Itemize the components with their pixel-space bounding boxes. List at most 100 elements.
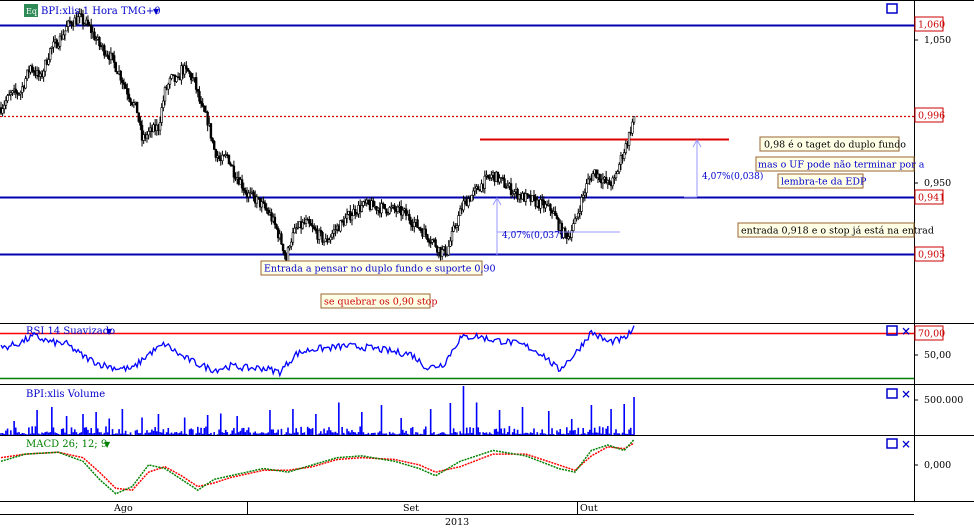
candle-body bbox=[447, 245, 450, 256]
volume-bar bbox=[233, 428, 235, 435]
volume-bar bbox=[64, 432, 66, 435]
volume-bar bbox=[24, 433, 27, 435]
volume-bar bbox=[236, 416, 238, 435]
annotation-double-bottom[interactable]: Entrada a pensar no duplo fundo e suport… bbox=[260, 260, 496, 276]
candle-body bbox=[450, 231, 454, 242]
volume-bar bbox=[369, 434, 371, 435]
volume-bar bbox=[239, 430, 242, 435]
candle-body bbox=[52, 41, 55, 48]
volume-bar bbox=[177, 433, 179, 435]
rsi-label-70: 70,00 bbox=[918, 329, 945, 340]
candle-body bbox=[314, 228, 318, 232]
volume-bar bbox=[70, 427, 73, 435]
macd-title-dropdown-icon[interactable]: ▼ bbox=[104, 440, 111, 449]
candle-body bbox=[86, 19, 90, 25]
volume-bar bbox=[533, 428, 535, 435]
candle-body bbox=[473, 187, 477, 192]
volume-panel-title[interactable]: BPI:xlis Volume bbox=[26, 389, 105, 400]
candle-body bbox=[135, 101, 139, 114]
volume-bar bbox=[497, 431, 499, 435]
volume-bar bbox=[574, 429, 576, 435]
volume-bar bbox=[326, 430, 329, 435]
candle-body bbox=[137, 112, 140, 122]
candle-body bbox=[70, 21, 73, 26]
volume-bar bbox=[119, 433, 122, 435]
candle-body bbox=[457, 215, 460, 226]
volume-bar bbox=[297, 432, 299, 435]
volume-bar bbox=[154, 427, 156, 435]
candle-body bbox=[616, 171, 619, 175]
volume-bar bbox=[16, 432, 19, 435]
volume-bar bbox=[77, 434, 79, 435]
candle-body bbox=[188, 71, 191, 74]
annotation-uf-warning[interactable]: mas o UF pode não terminar por a bbox=[755, 156, 925, 172]
annotation-target[interactable]: 0,98 é o taget do duplo fundo bbox=[759, 136, 906, 152]
volume-bar bbox=[572, 430, 575, 435]
candle-body bbox=[509, 183, 513, 195]
volume-bar bbox=[103, 432, 106, 435]
candle-body bbox=[163, 87, 167, 102]
svg-text:Entrada a pensar no duplo fund: Entrada a pensar no duplo fundo e suport… bbox=[264, 264, 496, 275]
candle-body bbox=[273, 216, 277, 225]
volume-bar bbox=[379, 431, 381, 435]
volume-bar bbox=[495, 428, 498, 435]
volume-bar bbox=[593, 427, 596, 435]
volume-bar bbox=[18, 432, 20, 435]
volume-bar bbox=[231, 430, 234, 435]
rsi-close-icon[interactable]: × bbox=[901, 324, 911, 338]
volume-bar bbox=[338, 402, 340, 435]
macd-close-icon[interactable]: × bbox=[901, 437, 911, 451]
annotation-edp-reminder[interactable]: lembra-te da EDP bbox=[777, 173, 867, 189]
eq-badge[interactable]: Eq bbox=[24, 4, 38, 17]
volume-bar bbox=[57, 433, 60, 435]
annotation-stop[interactable]: se quebrar os 0,90 stop bbox=[320, 293, 437, 309]
volume-bar bbox=[465, 427, 468, 435]
volume-bar bbox=[405, 430, 407, 435]
candle-body bbox=[217, 155, 221, 159]
volume-bar bbox=[410, 428, 412, 435]
volume-bar bbox=[557, 432, 560, 435]
candle-body bbox=[167, 83, 170, 90]
volume-bar bbox=[169, 433, 171, 435]
volume-bar bbox=[264, 433, 266, 435]
volume-bar bbox=[395, 434, 398, 435]
volume-bar bbox=[566, 427, 568, 435]
rsi-panel-title[interactable]: RSI 14 Suavizado bbox=[26, 326, 115, 337]
price-panel-title[interactable]: BPI:xlis 1 Hora TMG+0 bbox=[41, 6, 161, 17]
volume-bar bbox=[139, 433, 142, 435]
volume-bar bbox=[529, 432, 532, 435]
svg-text:Eq: Eq bbox=[26, 7, 37, 16]
candle-body bbox=[4, 100, 8, 106]
macd-tick-0: 0,000 bbox=[924, 460, 951, 471]
volume-bar bbox=[416, 432, 419, 435]
candle-body bbox=[232, 165, 236, 178]
candle-body bbox=[62, 34, 65, 40]
candle-body bbox=[6, 95, 9, 102]
candle-body bbox=[203, 105, 206, 112]
volume-bar bbox=[577, 427, 580, 435]
volume-bar bbox=[580, 433, 583, 435]
volume-bar bbox=[439, 432, 442, 435]
candle-body bbox=[162, 100, 165, 108]
macd-panel-title[interactable]: MACD 26; 12; 9 bbox=[26, 439, 107, 450]
candle-body bbox=[554, 211, 557, 216]
volume-bar bbox=[438, 433, 440, 435]
candle-body bbox=[339, 220, 342, 232]
volume-bar bbox=[464, 433, 466, 435]
volume-bar bbox=[80, 432, 83, 435]
volume-bar bbox=[280, 428, 283, 435]
volume-close-icon[interactable]: × bbox=[901, 387, 911, 401]
price-title-dropdown-icon[interactable]: ▼ bbox=[153, 7, 160, 16]
price-label-0996: 0,996 bbox=[918, 111, 945, 122]
volume-bar bbox=[415, 432, 417, 435]
volume-bar bbox=[277, 429, 279, 435]
volume-bar bbox=[467, 433, 470, 435]
candle-body bbox=[114, 62, 118, 73]
candle-body bbox=[209, 123, 213, 139]
annotation-entry[interactable]: entrada 0,918 e o stop já está na entrad bbox=[737, 222, 934, 238]
volume-bar bbox=[531, 433, 534, 435]
candle-body bbox=[583, 192, 587, 196]
volume-bar bbox=[318, 433, 320, 435]
candle-body bbox=[396, 206, 400, 212]
rsi-title-dropdown-icon[interactable]: ▼ bbox=[106, 327, 113, 336]
